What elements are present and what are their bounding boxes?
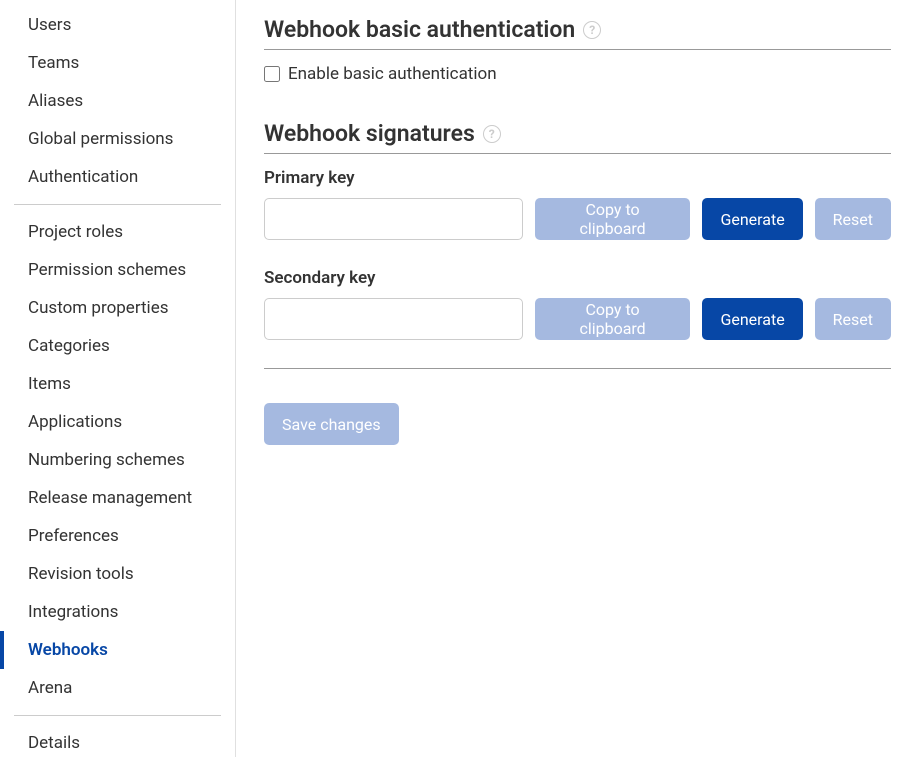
sidebar-item-applications[interactable]: Applications: [0, 403, 235, 441]
enable-basic-auth-row: Enable basic authentication: [264, 64, 891, 84]
secondary-key-label: Secondary key: [264, 268, 891, 288]
primary-key-label: Primary key: [264, 168, 891, 188]
sidebar-item-arena[interactable]: Arena: [0, 669, 235, 707]
sidebar-item-project-roles[interactable]: Project roles: [0, 213, 235, 251]
save-row: Save changes: [264, 403, 891, 445]
bottom-divider: [264, 368, 891, 369]
secondary-copy-button[interactable]: Copy to clipboard: [535, 298, 691, 340]
sidebar-item-global-permissions[interactable]: Global permissions: [0, 120, 235, 158]
sidebar-item-custom-properties[interactable]: Custom properties: [0, 289, 235, 327]
sidebar-divider: [14, 204, 221, 205]
sidebar[interactable]: Users Teams Aliases Global permissions A…: [0, 0, 236, 757]
primary-generate-button[interactable]: Generate: [702, 198, 802, 240]
help-icon[interactable]: ?: [483, 125, 501, 143]
sidebar-item-permission-schemes[interactable]: Permission schemes: [0, 251, 235, 289]
secondary-key-row: Copy to clipboard Generate Reset: [264, 298, 891, 340]
save-changes-button[interactable]: Save changes: [264, 403, 399, 445]
sidebar-item-webhooks[interactable]: Webhooks: [0, 631, 235, 669]
sidebar-item-details[interactable]: Details: [0, 724, 235, 757]
sidebar-divider: [14, 715, 221, 716]
secondary-key-input[interactable]: [264, 298, 523, 340]
sidebar-item-revision-tools[interactable]: Revision tools: [0, 555, 235, 593]
primary-key-input[interactable]: [264, 198, 523, 240]
signatures-header: Webhook signatures ?: [264, 120, 891, 154]
enable-basic-auth-label: Enable basic authentication: [288, 64, 497, 84]
sidebar-item-integrations[interactable]: Integrations: [0, 593, 235, 631]
sidebar-item-release-management[interactable]: Release management: [0, 479, 235, 517]
sidebar-item-items[interactable]: Items: [0, 365, 235, 403]
sidebar-item-categories[interactable]: Categories: [0, 327, 235, 365]
signatures-title: Webhook signatures: [264, 120, 475, 147]
primary-reset-button[interactable]: Reset: [815, 198, 891, 240]
sidebar-item-numbering-schemes[interactable]: Numbering schemes: [0, 441, 235, 479]
sidebar-item-aliases[interactable]: Aliases: [0, 82, 235, 120]
primary-key-row: Copy to clipboard Generate Reset: [264, 198, 891, 240]
basic-auth-header: Webhook basic authentication ?: [264, 16, 891, 50]
sidebar-item-users[interactable]: Users: [0, 6, 235, 44]
secondary-reset-button[interactable]: Reset: [815, 298, 891, 340]
enable-basic-auth-checkbox[interactable]: [264, 66, 280, 82]
main-content: Webhook basic authentication ? Enable ba…: [236, 0, 915, 757]
sidebar-item-teams[interactable]: Teams: [0, 44, 235, 82]
sidebar-item-authentication[interactable]: Authentication: [0, 158, 235, 196]
help-icon[interactable]: ?: [583, 21, 601, 39]
sidebar-item-preferences[interactable]: Preferences: [0, 517, 235, 555]
secondary-generate-button[interactable]: Generate: [702, 298, 802, 340]
primary-copy-button[interactable]: Copy to clipboard: [535, 198, 691, 240]
basic-auth-title: Webhook basic authentication: [264, 16, 575, 43]
